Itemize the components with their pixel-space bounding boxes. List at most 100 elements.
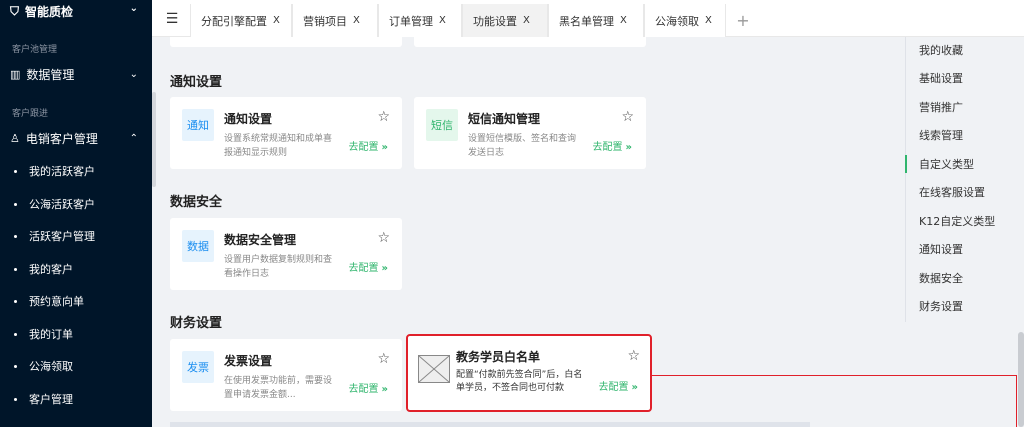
close-icon[interactable]: X bbox=[273, 15, 280, 26]
configure-link[interactable]: 去配置» bbox=[349, 380, 388, 395]
scrollbar[interactable] bbox=[152, 92, 156, 187]
close-icon[interactable]: X bbox=[353, 15, 360, 26]
card-description: 配置“付款前先签合同”后，白名单学员，不签合同也可付款 bbox=[456, 370, 583, 393]
scrollbar[interactable] bbox=[1018, 332, 1024, 427]
tab-label: 黑名单管理 bbox=[559, 14, 614, 28]
sidebar-subitem-label: 我的订单 bbox=[29, 328, 73, 341]
sidebar-subitem-public-active[interactable]: 公海活跃客户 bbox=[0, 191, 152, 217]
anchor-item-online-service[interactable]: 在线客服设置 bbox=[905, 178, 1024, 206]
double-chevron-right-icon: » bbox=[381, 384, 388, 395]
sidebar-subitem-my-orders[interactable]: 我的订单 bbox=[0, 321, 152, 347]
configure-link[interactable]: 去配置» bbox=[593, 138, 632, 153]
tab-public-claim[interactable]: 公海领取 X bbox=[644, 4, 726, 37]
sidebar-item-data-mgmt[interactable]: ▥ 数据管理 ⌄ bbox=[0, 61, 152, 87]
sidebar-item-quality[interactable]: ⛉ 智能质检 ⌄ bbox=[0, 0, 152, 26]
star-icon[interactable]: ☆ bbox=[377, 351, 390, 367]
configure-link[interactable]: 去配置» bbox=[349, 259, 388, 274]
horizontal-scrollbar[interactable] bbox=[170, 422, 810, 427]
tab-label: 营销项目 bbox=[303, 14, 347, 28]
anchor-item-marketing[interactable]: 营销推广 bbox=[905, 93, 1024, 121]
bullet-icon bbox=[14, 169, 17, 173]
sidebar-item-label: 电销客户管理 bbox=[25, 131, 98, 146]
chevron-down-icon: ⌄ bbox=[129, 3, 138, 14]
settings-card-datasec: 数据 数据安全管理 设置用户数据复制规则和查看操作日志 ☆ 去配置» bbox=[170, 218, 402, 290]
sidebar-subitem-my-customers[interactable]: 我的客户 bbox=[0, 256, 152, 282]
card-title: 数据安全管理 bbox=[224, 233, 297, 247]
settings-card-partial bbox=[414, 37, 646, 47]
sidebar-subitem-appointments[interactable]: 预约意向单 bbox=[0, 288, 152, 314]
close-icon[interactable]: X bbox=[523, 15, 530, 26]
tab-dispatch-engine[interactable]: 分配引擎配置 X bbox=[190, 4, 292, 37]
add-tab-button[interactable]: + bbox=[726, 4, 760, 37]
notify-badge-icon: 通知 bbox=[182, 109, 214, 141]
configure-label: 去配置 bbox=[348, 263, 379, 274]
image-placeholder-icon bbox=[418, 355, 450, 383]
card-description: 在使用发票功能前，需要设置申请发票金额... bbox=[224, 376, 333, 400]
double-chevron-right-icon: » bbox=[381, 263, 388, 274]
main-content: 通知设置 通知 通知设置 设置系统常规通知和成单喜报通知显示规则 ☆ 去配置» … bbox=[152, 37, 1024, 427]
anchor-item-favorites[interactable]: 我的收藏 bbox=[905, 37, 1024, 64]
card-title: 通知设置 bbox=[224, 112, 273, 126]
tab-marketing-project[interactable]: 营销项目 X bbox=[292, 4, 378, 37]
star-icon[interactable]: ☆ bbox=[377, 230, 390, 246]
annotation-line bbox=[652, 375, 1016, 376]
section-title-finance: 财务设置 bbox=[170, 316, 223, 331]
anchor-nav: 我的收藏 基础设置 营销推广 线索管理 自定义类型 在线客服设置 K12自定义类… bbox=[905, 37, 1024, 322]
shield-check-icon: ⛉ bbox=[10, 3, 20, 18]
double-chevron-right-icon: » bbox=[381, 142, 388, 153]
sidebar: ⛉ 智能质检 ⌄ 客户池管理 ▥ 数据管理 ⌄ 客户跟进 ♙ 电销客户管理 ⌃ … bbox=[0, 0, 152, 427]
chevron-down-icon: ⌄ bbox=[129, 68, 138, 80]
sidebar-subitem-label: 公海领取 bbox=[29, 360, 73, 373]
tab-label: 公海领取 bbox=[655, 14, 699, 28]
tab-label: 分配引擎配置 bbox=[201, 14, 267, 28]
close-icon[interactable]: X bbox=[705, 15, 712, 26]
configure-link[interactable]: 去配置» bbox=[599, 378, 638, 393]
close-icon[interactable]: X bbox=[439, 15, 446, 26]
settings-card-partial bbox=[170, 37, 402, 47]
anchor-item-basic[interactable]: 基础设置 bbox=[905, 64, 1024, 92]
tab-order-mgmt[interactable]: 订单管理 X bbox=[378, 4, 462, 37]
invoice-badge-icon: 发票 bbox=[182, 351, 214, 383]
star-icon[interactable]: ☆ bbox=[621, 109, 634, 125]
card-description: 设置系统常规通知和成单喜报通知显示规则 bbox=[224, 134, 333, 158]
anchor-item-datasec[interactable]: 数据安全 bbox=[905, 264, 1024, 292]
sidebar-subitem-active-mgmt[interactable]: 活跃客户管理 bbox=[0, 223, 152, 249]
anchor-item-k12-type[interactable]: K12自定义类型 bbox=[905, 207, 1024, 235]
menu-fold-icon[interactable]: ☰ bbox=[160, 9, 184, 29]
card-title: 发票设置 bbox=[224, 354, 273, 368]
section-title-notify: 通知设置 bbox=[170, 75, 223, 90]
configure-link[interactable]: 去配置» bbox=[349, 138, 388, 153]
anchor-item-custom-type[interactable]: 自定义类型 bbox=[905, 150, 1024, 178]
anchor-item-finance[interactable]: 财务设置 bbox=[905, 292, 1024, 320]
sms-badge-icon: 短信 bbox=[426, 109, 458, 141]
star-icon[interactable]: ☆ bbox=[627, 348, 640, 364]
anchor-item-notify[interactable]: 通知设置 bbox=[905, 235, 1024, 263]
bullet-icon bbox=[14, 397, 17, 401]
bullet-icon bbox=[14, 267, 17, 271]
sidebar-subitem-label: 活跃客户管理 bbox=[29, 230, 95, 243]
close-icon[interactable]: X bbox=[620, 15, 627, 26]
settings-card-sms: 短信 短信通知管理 设置短信模版、签名和查询发送日志 ☆ 去配置» bbox=[414, 97, 646, 169]
star-icon[interactable]: ☆ bbox=[377, 109, 390, 125]
section-label-follow: 客户跟进 bbox=[12, 109, 49, 119]
bullet-icon bbox=[14, 202, 17, 206]
sidebar-subitem-public-claim[interactable]: 公海领取 bbox=[0, 353, 152, 379]
sidebar-subitem-label: 公海活跃客户 bbox=[29, 198, 95, 211]
tab-blacklist[interactable]: 黑名单管理 X bbox=[548, 4, 644, 37]
section-title-datasec: 数据安全 bbox=[170, 195, 223, 210]
card-title: 短信通知管理 bbox=[468, 112, 541, 126]
sidebar-item-label: 智能质检 bbox=[25, 4, 74, 19]
sidebar-subitem-customer-mgmt[interactable]: 客户管理 bbox=[0, 386, 152, 412]
sidebar-subitem-my-active[interactable]: 我的活跃客户 bbox=[0, 158, 152, 184]
card-title: 教务学员白名单 bbox=[456, 350, 541, 364]
sidebar-subitem-label: 我的活跃客户 bbox=[29, 165, 95, 178]
annotation-line bbox=[1016, 375, 1017, 427]
user-icon: ♙ bbox=[10, 131, 20, 145]
sidebar-subitem-label: 客户管理 bbox=[29, 393, 73, 406]
sidebar-item-label: 数据管理 bbox=[26, 67, 75, 82]
tab-feature-settings[interactable]: 功能设置 X bbox=[462, 4, 548, 37]
sidebar-item-sales[interactable]: ♙ 电销客户管理 ⌃ bbox=[0, 125, 152, 151]
bullet-icon bbox=[14, 234, 17, 238]
anchor-item-leads[interactable]: 线索管理 bbox=[905, 121, 1024, 149]
bullet-icon bbox=[14, 299, 17, 303]
